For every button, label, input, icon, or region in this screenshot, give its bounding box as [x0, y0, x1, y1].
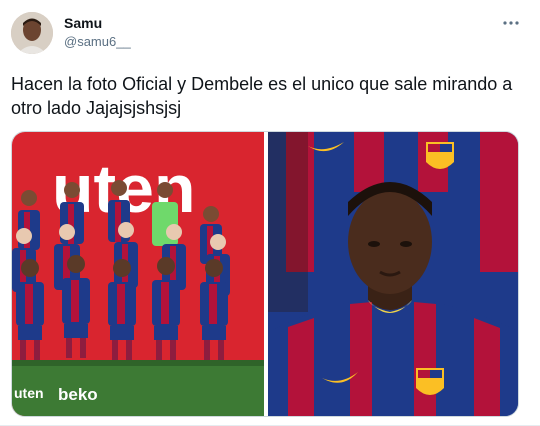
- tweet-card[interactable]: Samu @samu6__ Hacen la foto Oficial y De…: [0, 0, 540, 426]
- sponsor-right: beko: [58, 385, 98, 404]
- author-name[interactable]: Samu: [64, 15, 102, 31]
- closeup-photo[interactable]: en: [268, 132, 518, 416]
- avatar[interactable]: [11, 12, 53, 54]
- avatar-image: [11, 12, 53, 54]
- author-handle[interactable]: @samu6__: [64, 34, 131, 49]
- more-options-icon[interactable]: [502, 14, 520, 32]
- sponsor-left: uten: [14, 385, 44, 401]
- tweet-media[interactable]: uten uten beko: [11, 131, 519, 417]
- team-photo[interactable]: uten uten beko: [12, 132, 264, 416]
- tweet-text: Hacen la foto Oficial y Dembele es el un…: [11, 74, 513, 118]
